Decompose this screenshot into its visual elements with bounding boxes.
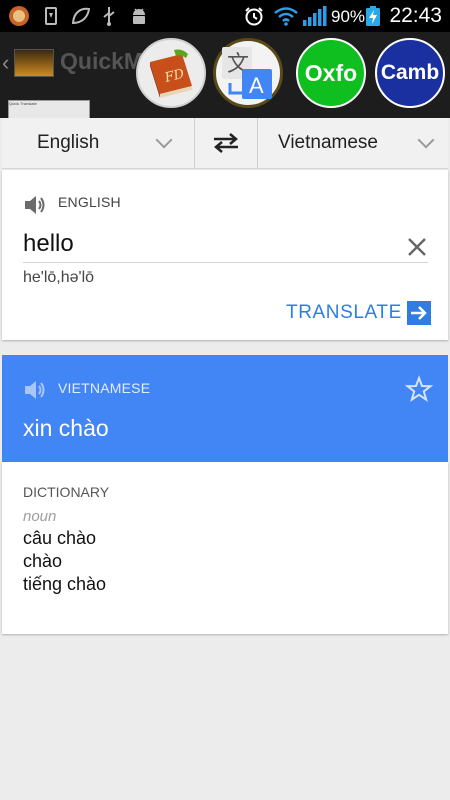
cambridge-label: Camb xyxy=(380,61,440,84)
fd-dictionary-bubble[interactable]: FD xyxy=(136,38,206,108)
usb-icon xyxy=(103,7,115,26)
phonetic-text: he'lō,hə'lō xyxy=(23,269,95,286)
translate-button[interactable]: TRANSLATE xyxy=(286,302,402,324)
battery-charging-icon xyxy=(366,6,380,26)
source-card: ENGLISH hello he'lō,hə'lō TRANSLATE xyxy=(2,170,448,340)
target-language-select[interactable]: Vietnamese xyxy=(256,118,448,168)
background-app-title: QuickM xyxy=(60,48,144,74)
background-mini-text: Quick Translate xyxy=(9,101,37,106)
signal-icon xyxy=(303,6,327,26)
chevron-down-icon xyxy=(155,131,173,149)
source-language-heading: ENGLISH xyxy=(58,194,121,210)
star-icon[interactable] xyxy=(405,375,433,403)
dictionary-heading: DICTIONARY xyxy=(23,484,110,500)
swap-languages-button[interactable] xyxy=(194,118,258,168)
part-of-speech: noun xyxy=(23,508,57,525)
translate-letter: A xyxy=(249,73,264,98)
status-bar: 90% 22:43 xyxy=(0,0,450,32)
swap-icon xyxy=(214,133,238,153)
back-icon: ‹ xyxy=(2,50,10,75)
source-text-input[interactable]: hello xyxy=(23,230,74,258)
dictionary-entry[interactable]: tiếng chào xyxy=(23,574,106,595)
wifi-icon xyxy=(274,7,298,26)
translate-panel: English Vietnamese ENGLISH hello he'lō,h… xyxy=(0,118,450,800)
leaf-icon xyxy=(71,7,91,25)
input-underline xyxy=(23,262,428,263)
chevron-down-icon xyxy=(417,131,435,149)
background-mini-window: Quick Translate xyxy=(8,100,90,120)
clock: 22:43 xyxy=(389,4,442,27)
cambridge-bubble[interactable]: Camb xyxy=(375,38,445,108)
app-notification-icon xyxy=(9,6,29,26)
oxford-label: Oxfo xyxy=(304,59,358,86)
dictionary-card: DICTIONARY noun câu chào chào tiếng chào xyxy=(2,462,448,634)
google-translate-icon: 文 A xyxy=(222,47,272,99)
dictionary-entry[interactable]: câu chào xyxy=(23,528,96,549)
language-bar: English Vietnamese xyxy=(2,118,448,169)
fd-book-icon: FD xyxy=(150,49,192,98)
app-thumbnail xyxy=(14,49,54,77)
result-speaker-icon[interactable] xyxy=(22,377,48,403)
translation-result-card[interactable]: VIETNAMESE xin chào xyxy=(2,355,448,462)
oxford-bubble[interactable]: Oxfo xyxy=(296,38,366,108)
android-debug-icon xyxy=(133,8,145,24)
translated-text: xin chào xyxy=(23,415,109,441)
translate-arrow-icon[interactable] xyxy=(407,301,431,325)
target-language-label: Vietnamese xyxy=(278,132,378,153)
source-language-select[interactable]: English xyxy=(2,118,194,168)
google-translate-bubble[interactable]: 文 A xyxy=(213,38,283,108)
source-language-label: English xyxy=(37,132,100,153)
alarm-icon xyxy=(245,7,263,26)
clear-icon[interactable] xyxy=(406,236,428,258)
source-speaker-icon[interactable] xyxy=(22,192,48,218)
battery-percent: 90% xyxy=(331,7,366,26)
dictionary-entry[interactable]: chào xyxy=(23,551,62,572)
usb-storage-icon xyxy=(45,7,57,25)
target-language-heading: VIETNAMESE xyxy=(58,380,151,396)
